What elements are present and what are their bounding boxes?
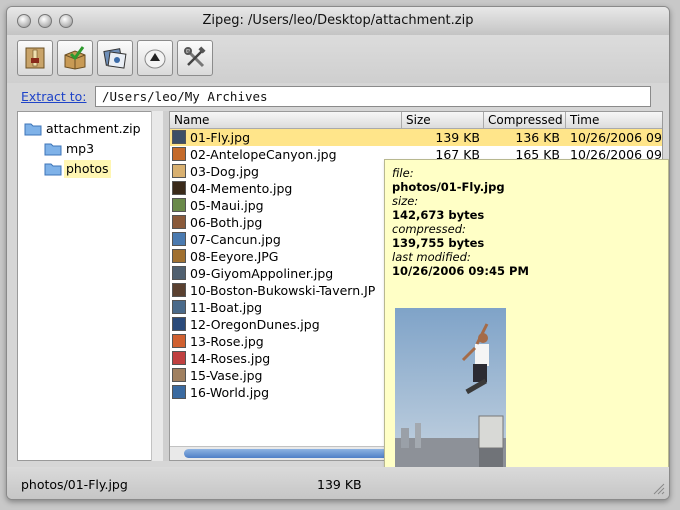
status-path: photos/01-Fly.jpg [21,477,128,492]
file-info-tooltip: file: photos/01-Fly.jpg size: 142,673 by… [384,159,669,485]
preview-icon [103,48,127,69]
tooltip-modified-key: last modified: [392,250,471,264]
cell-name: 14-Roses.jpg [190,351,271,366]
image-thumbnail-icon [172,249,186,263]
resize-grip-icon[interactable] [651,481,665,495]
tree-item-mp3[interactable]: mp3 [44,140,154,158]
extract-icon [25,47,45,69]
cell-name: 12-OregonDunes.jpg [190,317,320,332]
image-thumbnail-icon [172,266,186,280]
image-thumbnail-icon [172,368,186,382]
folder-icon [44,163,62,176]
cell-comp: 136 KB [515,130,560,145]
cell-name: 03-Dog.jpg [190,164,259,179]
extract-to-link[interactable]: Extract to: [21,89,87,104]
cell-name: 06-Both.jpg [190,215,263,230]
up-button[interactable] [137,40,173,76]
cell-name: 09-GiyomAppoliner.jpg [190,266,334,281]
window-title: Zipeg: /Users/leo/Desktop/attachment.zip [202,13,474,28]
tree-item-label: mp3 [66,141,95,156]
image-thumbnail-icon [172,232,186,246]
package-check-icon [64,46,86,70]
column-header-size[interactable]: Size [402,112,484,129]
image-thumbnail-icon [172,283,186,297]
folder-icon [24,123,42,136]
status-size: 139 KB [317,477,362,492]
folder-tree: attachment.zip mp3 photos [17,111,163,461]
cell-name: 08-Eeyore.JPG [190,249,279,264]
up-arrow-icon [144,49,166,69]
folder-icon [44,143,62,156]
image-thumbnail-icon [172,147,186,161]
cell-size: 139 KB [435,130,480,145]
image-thumbnail-icon [172,317,186,331]
cell-name: 13-Rose.jpg [190,334,264,349]
cell-name: 07-Cancun.jpg [190,232,281,247]
cell-name: 11-Boat.jpg [190,300,263,315]
cell-name: 16-World.jpg [190,385,270,400]
cell-time: 10/26/2006 09 [570,130,662,145]
image-thumbnail-icon [172,130,186,144]
cell-name: 15-Vase.jpg [190,368,263,383]
app-window: Zipeg: /Users/leo/Desktop/attachment.zip [6,6,670,500]
toolbar [7,35,669,83]
test-archive-button[interactable] [57,40,93,76]
photo-preview [395,308,506,478]
tooltip-file-value: photos/01-Fly.jpg [392,180,505,194]
tooltip-compressed-value: 139,755 bytes [392,236,485,250]
cell-name: 05-Maui.jpg [190,198,264,213]
tooltip-compressed-key: compressed: [392,222,466,236]
image-thumbnail-icon [172,385,186,399]
cell-name: 10-Boston-Bukowski-Tavern.JP [190,283,376,298]
image-thumbnail-icon [172,300,186,314]
image-thumbnail-icon [172,334,186,348]
extract-button[interactable] [17,40,53,76]
tree-item-attachment-zip[interactable]: attachment.zip [24,120,154,138]
tooltip-size-value: 142,673 bytes [392,208,485,222]
image-thumbnail-icon [172,164,186,178]
image-thumbnail-icon [172,215,186,229]
preview-button[interactable] [97,40,133,76]
table-row[interactable]: 01-Fly.jpg 139 KB 136 KB 10/26/2006 09 [170,129,662,146]
column-header-name[interactable]: Name [170,112,402,129]
tree-vertical-scrollbar[interactable] [151,111,163,461]
tooltip-file-key: file: [392,166,414,180]
tools-button[interactable] [177,40,213,76]
status-bar: photos/01-Fly.jpg 139 KB [7,467,669,499]
extract-row: Extract to: /Users/leo/My Archives [7,85,669,109]
cell-name: 02-AntelopeCanyon.jpg [190,147,337,162]
tools-icon [184,46,206,68]
title-bar[interactable]: Zipeg: /Users/leo/Desktop/attachment.zip [7,7,669,36]
extract-path-input[interactable]: /Users/leo/My Archives [95,86,651,107]
image-thumbnail-icon [172,198,186,212]
image-thumbnail-icon [172,181,186,195]
tooltip-modified-value: 10/26/2006 09:45 PM [392,264,529,278]
tree-item-label: attachment.zip [46,121,141,136]
image-thumbnail-icon [172,351,186,365]
cell-name: 04-Memento.jpg [190,181,293,196]
tree-item-photos[interactable]: photos [44,160,154,178]
column-header-compressed[interactable]: Compressed [484,112,566,129]
photo-preview-image [395,308,506,478]
column-header-time[interactable]: Time [566,112,662,129]
tree-item-label: photos [64,160,111,178]
tooltip-size-key: size: [392,194,419,208]
cell-name: 01-Fly.jpg [190,130,251,145]
